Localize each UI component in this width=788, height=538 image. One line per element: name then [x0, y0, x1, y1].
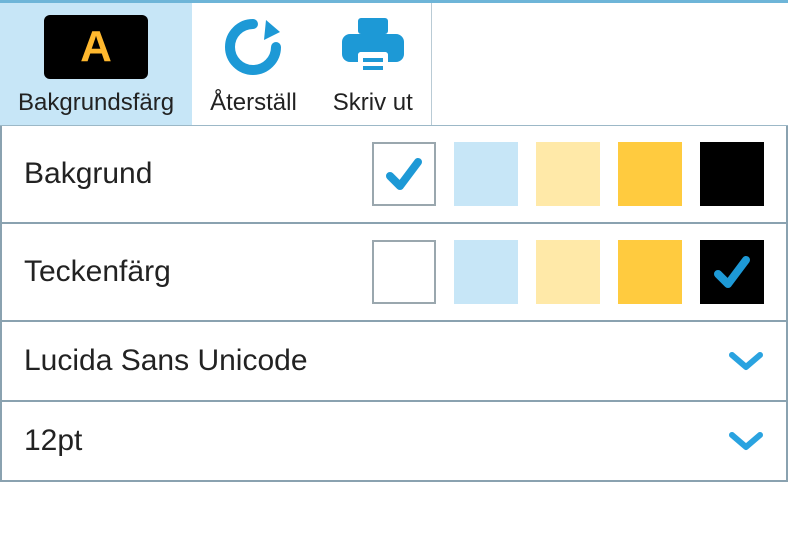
background-swatch-0[interactable] [372, 142, 436, 206]
size-dropdown[interactable]: 12pt [2, 402, 786, 480]
chevron-down-icon [728, 429, 764, 453]
reset-icon [218, 13, 288, 81]
textcolor-swatch-3[interactable] [618, 240, 682, 304]
print-icon [336, 13, 410, 81]
check-icon [710, 250, 754, 294]
reset-button[interactable]: Återställ [192, 3, 315, 125]
textcolor-row: Teckenfärg [2, 224, 786, 322]
toolbar: A Bakgrundsfärg Återställ Skriv ut [0, 0, 788, 126]
background-swatches [372, 142, 764, 206]
textcolor-swatches [372, 240, 764, 304]
background-swatch-4[interactable] [700, 142, 764, 206]
svg-text:A: A [80, 22, 112, 71]
background-row: Bakgrund [2, 126, 786, 224]
print-label: Skriv ut [333, 89, 413, 117]
background-label: Bakgrund [24, 157, 274, 191]
bgcolor-label: Bakgrundsfärg [18, 89, 174, 117]
font-dropdown[interactable]: Lucida Sans Unicode [2, 322, 786, 402]
background-color-button[interactable]: A Bakgrundsfärg [0, 3, 192, 125]
textcolor-swatch-1[interactable] [454, 240, 518, 304]
textcolor-swatch-0[interactable] [372, 240, 436, 304]
font-dropdown-value: Lucida Sans Unicode [24, 344, 728, 378]
settings-panel: Bakgrund Teckenfärg Lucida Sans Unicode … [0, 126, 788, 482]
textcolor-swatch-4[interactable] [700, 240, 764, 304]
size-dropdown-value: 12pt [24, 424, 728, 458]
print-button[interactable]: Skriv ut [315, 3, 431, 125]
background-swatch-2[interactable] [536, 142, 600, 206]
textcolor-label: Teckenfärg [24, 255, 274, 289]
background-swatch-1[interactable] [454, 142, 518, 206]
chevron-down-icon [728, 349, 764, 373]
textcolor-swatch-2[interactable] [536, 240, 600, 304]
reset-label: Återställ [210, 89, 297, 117]
background-swatch-3[interactable] [618, 142, 682, 206]
toolbar-spacer [431, 3, 788, 125]
bgcolor-icon: A [44, 13, 148, 81]
check-icon [382, 152, 426, 196]
